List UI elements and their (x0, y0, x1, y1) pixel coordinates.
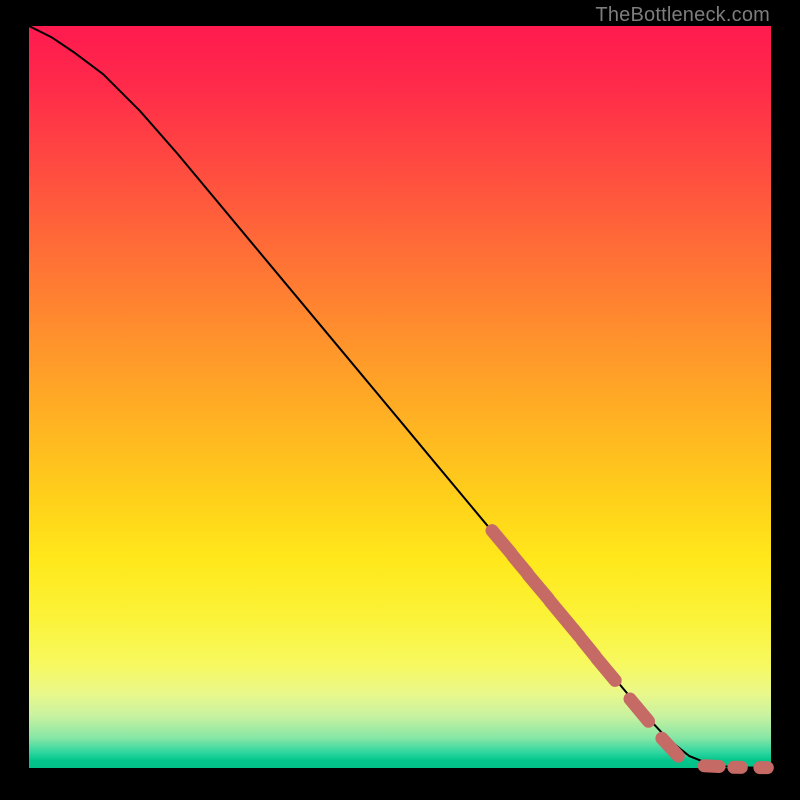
bottleneck-curve (29, 26, 771, 768)
marker-group (492, 531, 767, 768)
curve-marker-7 (662, 738, 678, 756)
watermark-text: TheBottleneck.com (595, 4, 770, 27)
curve-marker-5 (597, 658, 616, 680)
curve-marker-0 (492, 531, 511, 554)
chart-overlay (29, 26, 771, 768)
chart-stage: TheBottleneck.com (0, 0, 800, 800)
curve-marker-2 (528, 575, 548, 599)
curve-marker-8 (704, 766, 719, 767)
curve-marker-6 (630, 699, 649, 721)
curve-marker-3 (550, 601, 580, 637)
